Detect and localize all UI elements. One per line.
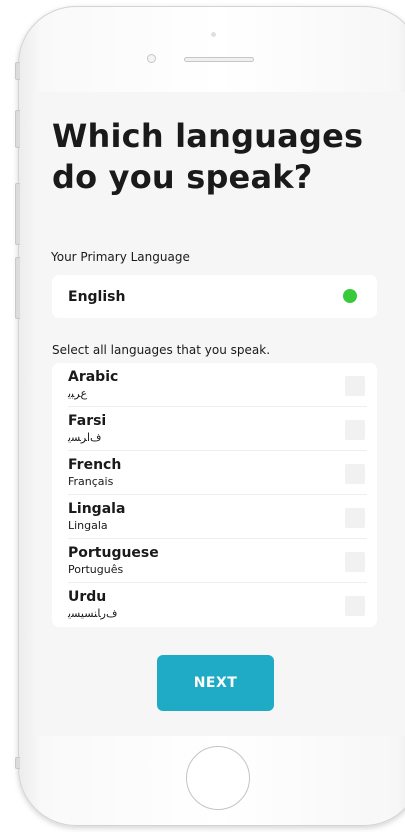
language-item-lingala[interactable]: Lingala Lingala: [52, 495, 377, 539]
page-title-line-1: Which languages: [52, 117, 364, 155]
volume-down-button: [15, 257, 20, 319]
language-native-name: Français: [68, 475, 114, 488]
page-title-line-2: do you speak?: [52, 158, 313, 196]
volume-up-button: [15, 183, 20, 245]
language-native-name: Português: [68, 563, 124, 576]
checkbox[interactable]: [345, 464, 365, 484]
language-item-arabic[interactable]: Arabic ﻉﺮﺒﻳ: [52, 363, 377, 407]
sensor-dot: [211, 32, 216, 37]
language-item-french[interactable]: French Français: [52, 451, 377, 495]
side-button: [15, 757, 20, 769]
language-name: Lingala: [68, 501, 126, 517]
language-native-name: Lingala: [68, 519, 108, 532]
language-item-urdu[interactable]: Urdu ﻑﺭﺎﻨﺴﻴﺴﻳ: [52, 583, 377, 627]
language-list: Arabic ﻉﺮﺒﻳ Farsi ﻑﺍﺮﺴﻳ French Français …: [52, 363, 377, 627]
earpiece-speaker: [184, 57, 254, 62]
primary-language-card[interactable]: English: [52, 275, 377, 318]
language-name: French: [68, 457, 122, 473]
checkbox[interactable]: [345, 376, 365, 396]
side-button: [15, 62, 20, 80]
app-screen: Which languages do you speak? Your Prima…: [34, 92, 405, 736]
language-item-portuguese[interactable]: Portuguese Português: [52, 539, 377, 583]
language-name: Portuguese: [68, 545, 159, 561]
language-native-name: ﻑﺍﺮﺴﻳ: [68, 431, 102, 444]
language-native-name: ﻑﺭﺎﻨﺴﻴﺴﻳ: [68, 607, 118, 620]
language-name: Farsi: [68, 413, 107, 429]
next-button[interactable]: NEXT: [157, 655, 274, 711]
front-camera: [147, 54, 156, 63]
select-languages-label: Select all languages that you speak.: [52, 343, 271, 357]
checkbox[interactable]: [345, 420, 365, 440]
mute-switch: [15, 110, 20, 148]
language-name: Urdu: [68, 589, 107, 605]
primary-language-label: Your Primary Language: [51, 250, 190, 264]
language-item-farsi[interactable]: Farsi ﻑﺍﺮﺴﻳ: [52, 407, 377, 451]
page-title: Which languages do you speak?: [52, 116, 363, 198]
language-name: Arabic: [68, 369, 119, 385]
selected-indicator-dot: [343, 289, 357, 303]
checkbox[interactable]: [345, 552, 365, 572]
checkbox[interactable]: [345, 508, 365, 528]
language-native-name: ﻉﺮﺒﻳ: [68, 387, 88, 400]
checkbox[interactable]: [345, 596, 365, 616]
primary-language-name: English: [68, 289, 126, 305]
home-button[interactable]: [186, 746, 250, 810]
